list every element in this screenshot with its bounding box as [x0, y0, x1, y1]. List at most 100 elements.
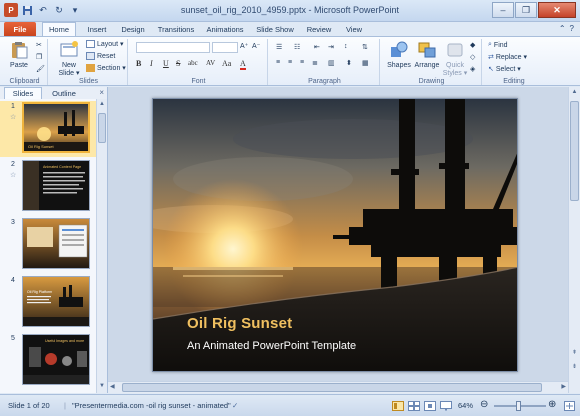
scroll-right-icon[interactable]: ▶ — [561, 383, 566, 390]
spell-check-icon[interactable]: ✓ — [232, 401, 238, 410]
reading-view-icon[interactable] — [424, 401, 436, 413]
text-direction-icon[interactable]: ⇅ — [362, 43, 368, 51]
columns-icon[interactable]: ▥ — [328, 59, 335, 67]
previous-slide-icon[interactable]: ⇞ — [570, 349, 579, 356]
font-size-combo[interactable] — [212, 42, 238, 53]
zoom-level[interactable]: 64% — [458, 401, 473, 410]
slide-thumbnails: 1 ☆ Oil Rig Sunset 2 ☆ Animated Content … — [0, 99, 96, 393]
smartart-icon[interactable]: ▦ — [362, 59, 369, 67]
tab-review[interactable]: Review — [302, 22, 336, 36]
zoom-slider[interactable] — [494, 401, 546, 411]
help-icon[interactable]: ? — [570, 24, 574, 33]
scrollbar-thumb[interactable] — [98, 113, 106, 143]
tab-animations[interactable]: Animations — [202, 22, 248, 36]
shape-outline-icon[interactable]: ◇ — [470, 53, 475, 61]
next-slide-icon[interactable]: ⇟ — [570, 363, 579, 370]
slide-thumbnail[interactable]: 5 Useful Images and more — [0, 333, 96, 389]
quick-styles-button[interactable]: Quick Styles ▾ — [440, 41, 470, 77]
shape-effects-icon[interactable]: ◈ — [470, 65, 475, 73]
reset-button[interactable]: Reset — [86, 52, 115, 60]
slide-show-glyph — [440, 401, 452, 411]
restore-button[interactable]: ❐ — [515, 2, 537, 18]
scroll-down-icon[interactable]: ▼ — [98, 383, 106, 391]
align-text-icon[interactable]: ⬍ — [346, 59, 352, 67]
layout-button[interactable]: Layout ▾ — [86, 40, 123, 48]
tab-transitions[interactable]: Transitions — [152, 22, 200, 36]
slide-horizontal-scrollbar[interactable]: ◀ ▶ — [108, 381, 568, 393]
close-button[interactable]: ✕ — [538, 2, 576, 18]
align-center-icon[interactable]: ≡ — [288, 59, 292, 66]
align-left-icon[interactable]: ≡ — [276, 59, 280, 66]
cut-icon[interactable]: ✂ — [36, 41, 42, 49]
replace-button[interactable]: ⇄ Replace ▾ — [488, 53, 527, 61]
scrollbar-thumb[interactable] — [570, 101, 579, 201]
slide-preview-image — [23, 219, 89, 268]
scrollbar-thumb[interactable] — [122, 383, 542, 392]
slide-subtitle[interactable]: An Animated PowerPoint Template — [187, 340, 356, 352]
paste-button[interactable]: Paste — [4, 41, 34, 69]
slide-thumbnail[interactable]: 2 ☆ Animated Content Page — [0, 159, 96, 215]
font-name-combo[interactable] — [136, 42, 210, 53]
tab-file[interactable]: File — [4, 22, 36, 36]
text-shadow-button[interactable]: abc — [188, 59, 198, 67]
slide-title[interactable]: Oil Rig Sunset — [187, 315, 292, 332]
bold-button[interactable]: B — [136, 59, 141, 68]
close-panel-icon[interactable]: × — [99, 88, 104, 97]
tab-design[interactable]: Design — [116, 22, 150, 36]
normal-view-icon[interactable] — [392, 401, 404, 413]
zoom-out-icon[interactable]: ⊖ — [480, 399, 488, 410]
decrease-indent-icon[interactable]: ⇤ — [314, 43, 320, 51]
numbering-icon[interactable]: ☷ — [294, 43, 300, 51]
tab-slides[interactable]: Slides — [4, 87, 42, 99]
slide-sorter-icon[interactable] — [408, 401, 420, 413]
new-slide-button[interactable]: New Slide ▾ — [54, 41, 84, 77]
shape-fill-icon[interactable]: ◆ — [470, 41, 475, 49]
zoom-in-icon[interactable]: ⊕ — [548, 399, 556, 410]
justify-icon[interactable]: ≣ — [312, 59, 318, 67]
slides-panel: Slides Outline × 1 ☆ Oil Rig Sunset 2 ☆ — [0, 87, 108, 393]
font-color-button[interactable]: A — [240, 59, 246, 70]
scroll-up-icon[interactable]: ▲ — [98, 101, 106, 109]
slide-editing-area: Oil Rig Sunset An Animated PowerPoint Te… — [108, 87, 568, 393]
slide-vertical-scrollbar[interactable]: ▲ ⇞ ⇟ — [568, 87, 580, 393]
copy-icon[interactable]: ❐ — [36, 53, 42, 61]
slide-thumbnail[interactable]: 1 ☆ Oil Rig Sunset — [0, 101, 96, 157]
slide-thumbnail[interactable]: 4 Oil Rig Platform — [0, 275, 96, 331]
tab-outline[interactable]: Outline — [44, 87, 84, 99]
tab-slide-show[interactable]: Slide Show — [252, 22, 298, 36]
fit-slide-icon[interactable] — [564, 401, 575, 413]
format-painter-icon[interactable]: 🖌 — [36, 65, 45, 73]
slide-thumbnail[interactable]: 3 — [0, 217, 96, 273]
tab-view[interactable]: View — [340, 22, 368, 36]
bullets-icon[interactable]: ☰ — [276, 43, 282, 51]
shapes-button[interactable]: Shapes — [384, 41, 414, 69]
slide-canvas[interactable]: Oil Rig Sunset An Animated PowerPoint Te… — [152, 98, 518, 372]
find-label: Find — [493, 41, 508, 49]
italic-button[interactable]: I — [150, 59, 153, 68]
slide-show-icon[interactable] — [440, 401, 452, 413]
change-case-button[interactable]: Aa — [222, 59, 231, 68]
theme-name[interactable]: "Presentermedia.com -oil rig sunset - an… — [72, 401, 231, 410]
zoom-slider-thumb[interactable] — [516, 401, 521, 411]
strikethrough-button[interactable]: S — [176, 59, 180, 68]
tab-insert[interactable]: Insert — [80, 22, 114, 36]
thumb-title: Oil Rig Platform — [27, 290, 52, 294]
tab-home[interactable]: Home — [42, 22, 76, 36]
scroll-up-icon[interactable]: ▲ — [570, 89, 579, 95]
select-button[interactable]: ↖ Select ▾ — [488, 65, 521, 73]
slide-preview: Oil Rig Sunset — [22, 102, 90, 153]
minimize-button[interactable]: – — [492, 2, 514, 18]
grow-font-icon[interactable]: A⁺ — [240, 42, 248, 50]
find-button[interactable]: ⌕ Find — [488, 41, 508, 49]
line-spacing-icon[interactable]: ↕ — [344, 43, 348, 50]
arrange-button[interactable]: Arrange — [412, 41, 442, 69]
underline-button[interactable]: U — [163, 59, 169, 68]
align-right-icon[interactable]: ≡ — [300, 59, 304, 66]
scroll-left-icon[interactable]: ◀ — [110, 383, 115, 390]
increase-indent-icon[interactable]: ⇥ — [328, 43, 334, 51]
thumbnails-scrollbar[interactable]: ▲ ▼ — [96, 99, 107, 393]
shrink-font-icon[interactable]: A⁻ — [252, 42, 260, 50]
minimize-ribbon-icon[interactable]: ⌃ — [559, 24, 566, 33]
section-button[interactable]: Section ▾ — [86, 64, 126, 72]
character-spacing-button[interactable]: AV — [206, 59, 215, 67]
